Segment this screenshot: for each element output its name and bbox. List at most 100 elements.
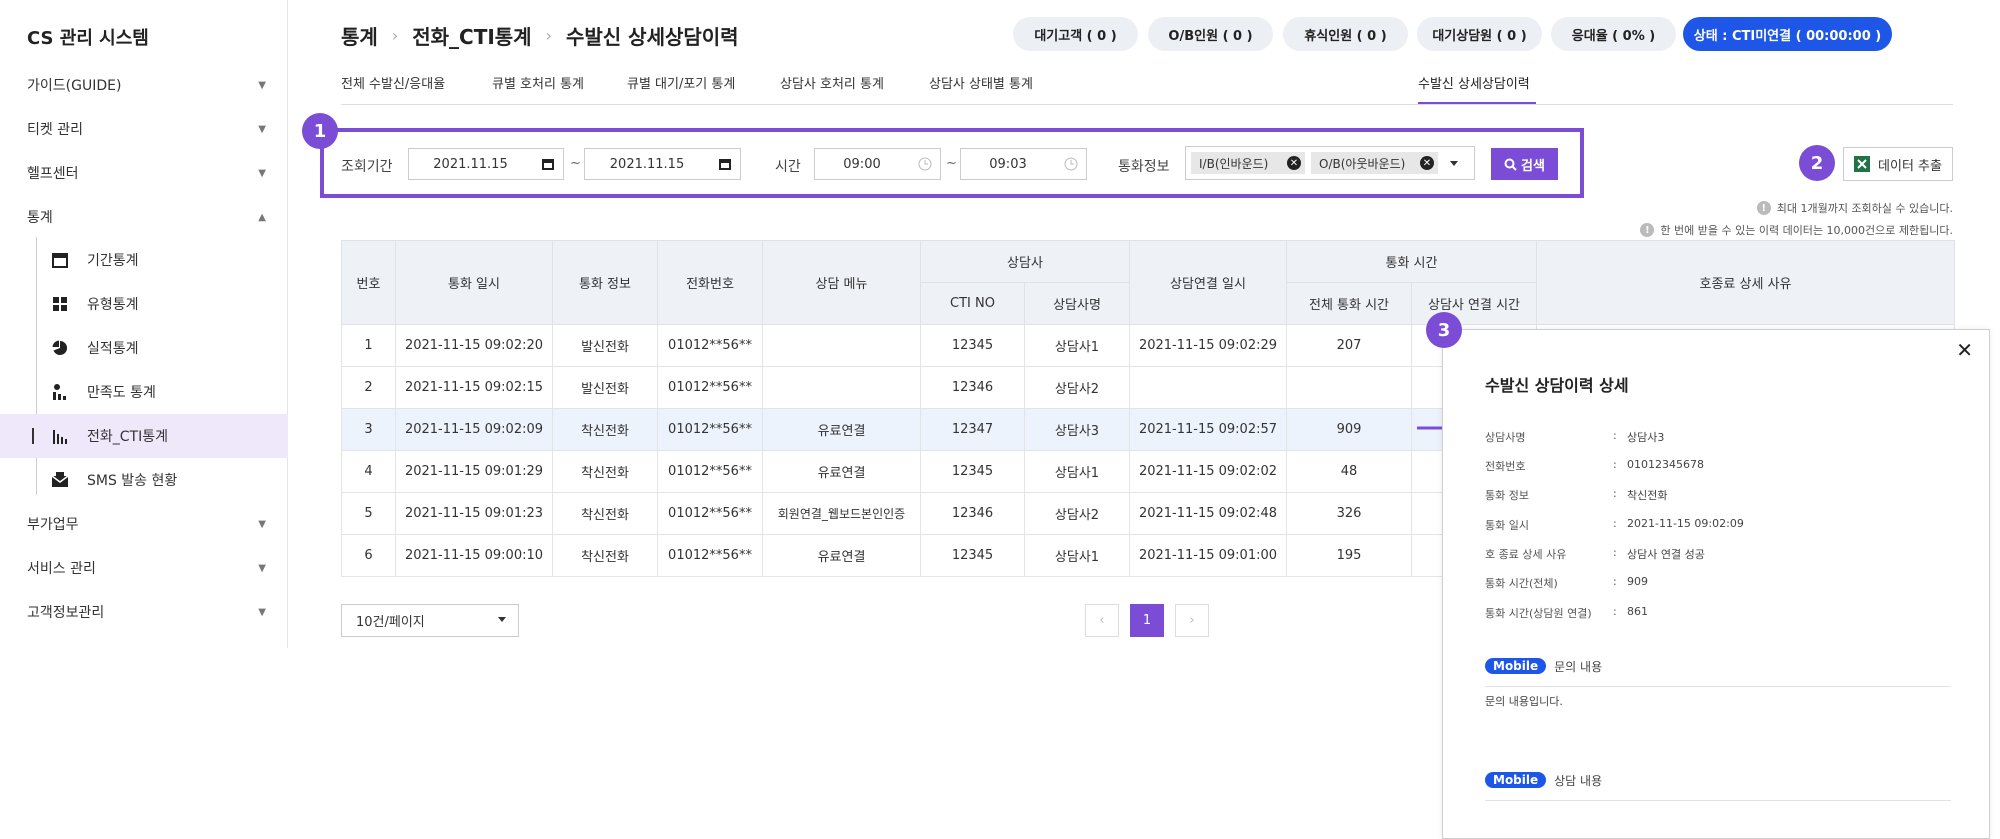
- chevron-down-icon: ▼: [258, 168, 266, 179]
- next-page-button[interactable]: ›: [1175, 604, 1209, 637]
- search-icon: [1504, 158, 1517, 171]
- step-badge-1: 1: [302, 113, 338, 149]
- sidebar-item-customer[interactable]: 고객정보관리 ▼: [0, 590, 288, 634]
- bar-chart-icon: [53, 430, 67, 444]
- step-badge-3: 3: [1426, 312, 1462, 348]
- detail-value: 861: [1627, 605, 1648, 618]
- table-cell: 상담사1: [1024, 450, 1130, 493]
- table-cell: 1: [341, 324, 396, 367]
- detail-colon: :: [1613, 517, 1617, 530]
- sidebar-subitem-cti[interactable]: 전화_CTI통계: [0, 414, 288, 458]
- call-info-label: 통화정보: [1118, 159, 1170, 175]
- table-cell: 2021-11-15 09:02:02: [1129, 450, 1287, 493]
- time-to-input[interactable]: 09:03: [960, 148, 1056, 180]
- consult-section-header: Mobile 상담 내용: [1485, 770, 1602, 790]
- sidebar-subitem-type[interactable]: 유형통계: [0, 282, 288, 326]
- search-button[interactable]: 검색: [1491, 148, 1558, 180]
- panel-title: 수발신 상담이력 상세: [1485, 376, 1629, 395]
- sidebar-subitem-period[interactable]: 기간통계: [0, 238, 288, 282]
- table-cell: 회원연결_웹보드본인인증: [762, 492, 921, 535]
- detail-key: 통화 시간(전체): [1485, 577, 1558, 590]
- breadcrumb-item[interactable]: 전화_CTI통계: [412, 21, 531, 50]
- table-cell: 6: [341, 534, 396, 577]
- table-cell: 착신전화: [552, 492, 658, 535]
- table-cell: 909: [1286, 408, 1412, 451]
- sidebar-item-extra[interactable]: 부가업무 ▼: [0, 502, 288, 546]
- table-cell: 2021-11-15 09:02:29: [1129, 324, 1287, 367]
- breadcrumb: 통계 › 전화_CTI통계 › 수발신 상세상담이력: [341, 20, 739, 50]
- sidebar-item-ticket[interactable]: 티켓 관리 ▼: [0, 107, 288, 151]
- table-cell: 12345: [920, 450, 1025, 493]
- col-header-no: 번호: [341, 240, 396, 325]
- sidebar-subitem-label: 기간통계: [87, 253, 139, 269]
- sidebar-item-service[interactable]: 서비스 관리 ▼: [0, 546, 288, 590]
- range-separator: ~: [570, 156, 581, 171]
- time-from-input[interactable]: 09:00: [814, 148, 910, 180]
- detail-key: 통화 정보: [1485, 489, 1529, 502]
- sidebar-item-helpcenter[interactable]: 헬프센터 ▼: [0, 151, 288, 195]
- page-size-value: 10건/페이지: [356, 615, 425, 630]
- detail-value: 909: [1627, 575, 1648, 588]
- col-header-total: 전체 통화 시간: [1286, 282, 1412, 325]
- calendar-button[interactable]: [709, 148, 741, 180]
- prev-page-button[interactable]: ‹: [1085, 604, 1119, 637]
- table-cell: 01012**56**: [657, 450, 763, 493]
- col-header-phone: 전화번호: [657, 240, 763, 325]
- breadcrumb-item[interactable]: 통계: [341, 21, 378, 50]
- cti-status-button[interactable]: 상태 : CTI미연결 ( 00:00:00 ): [1683, 17, 1892, 51]
- date-from-input[interactable]: 2021.11.15: [408, 148, 533, 180]
- table-cell: 48: [1286, 450, 1412, 493]
- table-cell: 12345: [920, 324, 1025, 367]
- table-cell: [762, 366, 921, 409]
- table-cell: 2021-11-15 09:02:48: [1129, 492, 1287, 535]
- clock-button[interactable]: [909, 148, 941, 180]
- sidebar-subitem-performance[interactable]: 실적통계: [0, 326, 288, 370]
- tab-queue-wait[interactable]: 큐별 대기/포기 통계: [627, 73, 735, 92]
- tab-queue-calls[interactable]: 큐별 호처리 통계: [492, 73, 584, 92]
- page-size-select[interactable]: 10건/페이지: [341, 604, 519, 637]
- table-cell: 5: [341, 492, 396, 535]
- remove-tag-icon[interactable]: ✕: [1420, 156, 1434, 170]
- chevron-down-icon: [498, 617, 506, 622]
- table-cell: 326: [1286, 492, 1412, 535]
- chevron-down-icon: ▼: [258, 124, 266, 135]
- tab-overall[interactable]: 전체 수발신/응대율: [341, 73, 445, 92]
- tag-outbound: O/B(아웃바운드) ✕: [1311, 152, 1438, 174]
- detail-value: 착신전화: [1627, 489, 1668, 502]
- tab-agent-calls[interactable]: 상담사 호처리 통계: [780, 73, 884, 92]
- divider: [1485, 686, 1951, 687]
- sidebar-item-label: 티켓 관리: [27, 122, 83, 138]
- clock-icon: [918, 157, 931, 171]
- time-label: 시간: [775, 159, 801, 175]
- col-header-cti: CTI NO: [920, 282, 1025, 325]
- table-cell: 195: [1286, 534, 1412, 577]
- sidebar-subitem-satisfaction[interactable]: 만족도 통계: [0, 370, 288, 414]
- date-to-input[interactable]: 2021.11.15: [584, 148, 710, 180]
- sidebar-subitem-label: 실적통계: [87, 341, 139, 357]
- sidebar-subitem-sms[interactable]: SMS 발송 현황: [0, 458, 288, 502]
- call-info-multiselect[interactable]: I/B(인바운드) ✕ O/B(아웃바운드) ✕: [1185, 146, 1475, 180]
- table-cell: 발신전화: [552, 366, 658, 409]
- page-title: 수발신 상세상담이력: [566, 24, 739, 49]
- remove-tag-icon[interactable]: ✕: [1287, 156, 1301, 170]
- calendar-button[interactable]: [532, 148, 564, 180]
- notice-text: 최대 1개월까지 조회하실 수 있습니다.: [1776, 202, 1953, 215]
- clock-button[interactable]: [1055, 148, 1087, 180]
- status-ob-agents: O/B인원 ( 0 ): [1148, 17, 1273, 51]
- table-cell: 상담사1: [1024, 324, 1130, 367]
- page-button[interactable]: 1: [1130, 604, 1164, 637]
- table-cell: 2: [341, 366, 396, 409]
- table-cell: 발신전화: [552, 324, 658, 367]
- grid-icon: [53, 297, 67, 311]
- sidebar-item-guide[interactable]: 가이드(GUIDE) ▼: [0, 63, 288, 107]
- sidebar-item-stats[interactable]: 통계 ▲: [0, 195, 288, 239]
- tab-agent-status[interactable]: 상담사 상태별 통계: [929, 73, 1033, 92]
- export-data-button[interactable]: 데이터 추출: [1843, 147, 1953, 181]
- table-cell: 상담사2: [1024, 366, 1130, 409]
- chevron-down-icon[interactable]: [1450, 161, 1458, 166]
- close-icon[interactable]: ✕: [1956, 338, 1973, 362]
- tab-detail-history[interactable]: 수발신 상세상담이력: [1418, 73, 1530, 92]
- chevron-right-icon: ›: [545, 25, 552, 45]
- calendar-icon: [52, 253, 68, 268]
- detail-row: 통화 시간(상담원 연결):861: [1485, 605, 1648, 621]
